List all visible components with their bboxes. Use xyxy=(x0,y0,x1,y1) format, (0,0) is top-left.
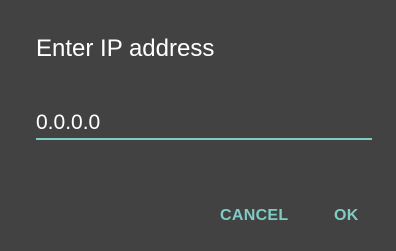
ok-button[interactable]: OK xyxy=(334,203,359,229)
ip-address-field[interactable] xyxy=(36,108,372,142)
ip-address-input[interactable] xyxy=(36,108,372,138)
ip-address-dialog: Enter IP address CANCEL OK xyxy=(0,0,396,251)
cancel-button[interactable]: CANCEL xyxy=(220,203,288,229)
input-underline xyxy=(36,138,372,140)
dialog-title: Enter IP address xyxy=(36,35,215,62)
